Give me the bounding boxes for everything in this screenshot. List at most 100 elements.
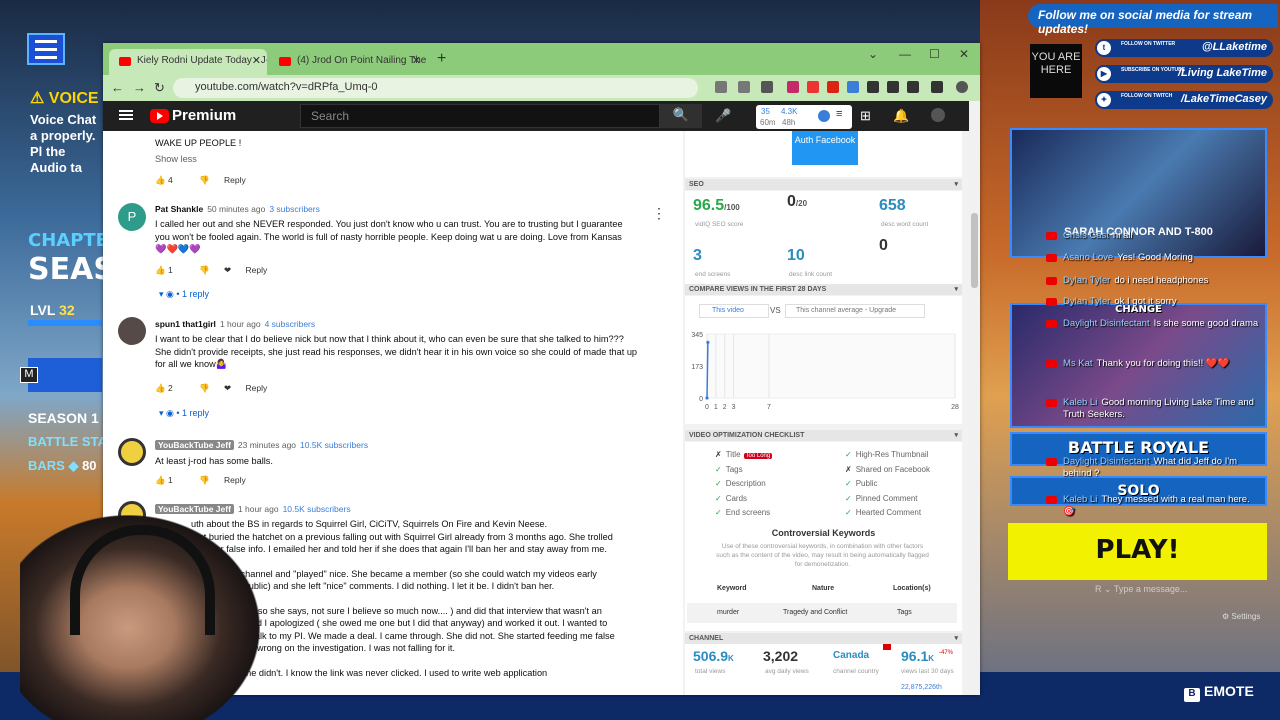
minimize-icon[interactable]: — — [899, 47, 911, 61]
like-icon[interactable]: 👍 1 — [155, 265, 185, 275]
bookmark-star-icon[interactable] — [761, 81, 773, 93]
create-video-icon[interactable]: ⊞ — [860, 108, 871, 124]
nature-header: Nature — [812, 585, 835, 592]
social-youtube[interactable]: ▶ SUBSCRIBE ON YOUTUBE /Living LakeTime — [1095, 65, 1273, 83]
comment-line: She didn't provide receipts, she just re… — [155, 346, 638, 357]
chat-username[interactable]: Daylight Disinfectant — [1063, 456, 1150, 467]
comment-time[interactable]: 1 hour ago — [220, 319, 261, 329]
vidiq-menu-icon[interactable]: ≡ — [836, 108, 842, 120]
youtube-logo-icon[interactable] — [150, 109, 169, 123]
chat-message: Kaleb Li They messed with a real man here… — [1046, 494, 1263, 518]
profile-avatar[interactable] — [956, 81, 968, 93]
chat-username[interactable]: Kaleb Li — [1063, 397, 1097, 408]
search-button[interactable]: 🔍 — [660, 104, 702, 128]
sidebar-icon[interactable] — [931, 81, 943, 93]
dislike-icon[interactable]: 👎 — [199, 475, 210, 485]
chat-input[interactable]: R ⌄ Type a message... — [1095, 584, 1265, 600]
chat-username[interactable]: Kaleb Li — [1063, 494, 1097, 505]
auth-facebook-button[interactable]: Auth Facebook — [792, 131, 858, 165]
close-window-icon[interactable]: ✕ — [959, 47, 969, 61]
mic-icon[interactable]: 🎤 — [715, 108, 731, 124]
channel-average-select[interactable]: This channel average - Upgrade — [785, 304, 925, 318]
avatar[interactable]: P — [118, 203, 146, 231]
chat-username[interactable]: Dylan Tyler — [1063, 296, 1110, 307]
chat-username[interactable]: Crisis Cast — [1063, 230, 1109, 241]
avatar[interactable] — [118, 317, 146, 345]
extension-3-icon[interactable] — [827, 81, 839, 93]
channel-rank: 22,875,226th — [901, 684, 942, 691]
compare-header[interactable]: COMPARE VIEWS IN THE FIRST 28 DAYS — [685, 284, 962, 295]
close-tab-icon[interactable]: ✕ — [252, 54, 261, 67]
search-input[interactable]: Search — [300, 104, 660, 128]
reload-icon[interactable]: ↻ — [154, 80, 165, 96]
series-point — [705, 396, 709, 400]
like-icon[interactable]: 👍 4 — [155, 175, 185, 185]
view-replies-button[interactable]: ▾ ◉ • 1 reply — [159, 289, 209, 300]
like-icon[interactable]: 👍 1 — [155, 475, 185, 485]
seo-header[interactable]: SEO — [685, 179, 962, 190]
notifications-bell-icon[interactable]: 🔔 — [893, 108, 909, 124]
show-less-link[interactable]: Show less — [155, 153, 650, 166]
avatar[interactable] — [118, 438, 146, 466]
author-name[interactable]: Pat Shankle — [155, 204, 203, 214]
extension-5-icon[interactable] — [867, 81, 879, 93]
author-name[interactable]: YouBackTube Jeff — [155, 440, 234, 450]
page-scrollbar[interactable] — [969, 101, 980, 695]
tab-1[interactable]: Kiely Rodni Update Today - J-Ro ✕ — [109, 49, 267, 75]
social-twitch[interactable]: ✦ FOLLOW ON TWITCH /LakeTimeCasey — [1095, 91, 1273, 109]
game-menu-button[interactable] — [27, 33, 65, 65]
comment-time[interactable]: 1 hour ago — [238, 504, 279, 514]
tab-2[interactable]: (4) Jrod On Point Nailing The Co ✕ — [269, 49, 427, 75]
screenshot-icon[interactable] — [738, 81, 750, 93]
extension-4-icon[interactable] — [847, 81, 859, 93]
hamburger-menu-icon[interactable] — [119, 110, 133, 120]
tab-search-icon[interactable]: ⌄ — [868, 47, 878, 61]
view-replies-button[interactable]: ▾ ◉ • 1 reply — [159, 408, 209, 419]
comment-time[interactable]: 50 minutes ago — [207, 204, 265, 214]
replies-count: 1 reply — [182, 408, 210, 418]
dislike-icon[interactable]: 👎 — [199, 265, 210, 275]
chat-username[interactable]: Ms Kat — [1063, 358, 1093, 369]
media-icon[interactable] — [907, 81, 919, 93]
comment-time[interactable]: 23 minutes ago — [238, 440, 296, 450]
subscriber-count: 10.5K subscribers — [300, 440, 369, 450]
vidiq-toolbar[interactable]: 35 4.3K 60m 48h ≡ — [756, 105, 852, 129]
chat-username[interactable]: Asano Love — [1063, 252, 1113, 263]
scrollbar-thumb[interactable] — [971, 213, 978, 288]
extensions-puzzle-icon[interactable] — [887, 81, 899, 93]
like-icon[interactable]: 👍 2 — [155, 383, 185, 393]
author-name[interactable]: spun1 that1girl — [155, 319, 216, 329]
dislike-icon[interactable]: 👎 — [199, 383, 210, 393]
back-icon[interactable]: ← — [111, 80, 124, 95]
chat-username[interactable]: Dylan Tyler — [1063, 275, 1110, 286]
url-input[interactable]: youtube.com/watch?v=dRPfa_Umq-0 — [173, 78, 698, 98]
checklist-header[interactable]: VIDEO OPTIMIZATION CHECKLIST — [685, 430, 962, 441]
dislike-icon[interactable]: 👎 — [199, 175, 210, 185]
comment-text: I called her out and she NEVER responded… — [155, 218, 650, 256]
channel-header[interactable]: CHANNEL — [685, 633, 962, 644]
cross-icon: ✗ — [715, 450, 722, 459]
reply-button[interactable]: Reply — [224, 475, 246, 485]
reply-button[interactable]: Reply — [224, 175, 246, 185]
new-tab-icon[interactable]: + — [437, 50, 446, 68]
social-twitter[interactable]: t FOLLOW ON TWITTER @LLaketime — [1095, 39, 1273, 57]
forward-icon[interactable]: → — [133, 80, 146, 95]
checklist-label: Public — [855, 479, 878, 489]
close-tab-icon[interactable]: ✕ — [412, 54, 421, 67]
extension-2-icon[interactable] — [807, 81, 819, 93]
account-avatar[interactable] — [931, 108, 945, 122]
reply-button[interactable]: Reply — [246, 265, 268, 275]
chat-settings[interactable]: ⚙ Settings — [1222, 612, 1260, 621]
author-name[interactable]: YouBackTube Jeff — [155, 504, 234, 514]
more-options-icon[interactable]: ⋮ — [652, 205, 666, 222]
checklist-item: ✓ Description — [715, 479, 766, 488]
share-icon[interactable] — [715, 81, 727, 93]
this-video-toggle[interactable]: This video — [699, 304, 769, 318]
like-count: 1 — [167, 265, 173, 275]
reply-button[interactable]: Reply — [246, 383, 268, 393]
extension-1-icon[interactable] — [787, 81, 799, 93]
chat-username[interactable]: Daylight Disinfectant — [1063, 318, 1150, 329]
game-map-button[interactable] — [28, 358, 102, 392]
maximize-icon[interactable]: ☐ — [929, 47, 940, 61]
like-count: 4 — [167, 175, 173, 185]
